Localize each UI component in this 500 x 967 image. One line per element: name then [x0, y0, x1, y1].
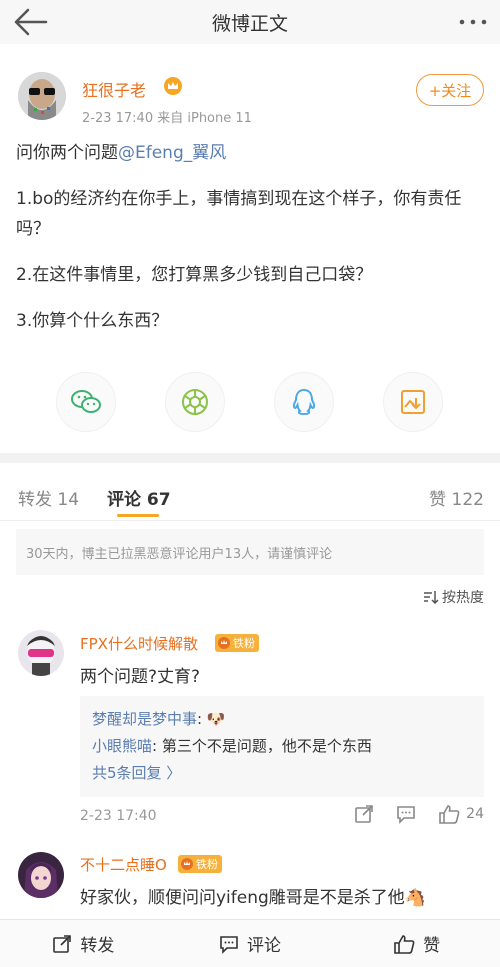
commenter-name[interactable]: 不十二点睡O — [80, 854, 167, 875]
comment-icon — [220, 935, 238, 954]
thumbs-up-icon — [394, 934, 415, 954]
repost-icon — [355, 805, 373, 823]
badge-label: 铁粉 — [196, 858, 218, 871]
like-count: 24 — [466, 806, 484, 822]
comment-text: 好家伙，顺便问问yifeng雕哥是不是杀了他🐴 — [80, 888, 426, 908]
author-name[interactable]: 狂很子老 — [82, 77, 146, 101]
post-line: 3.你算个什么东西？ — [16, 311, 169, 331]
comment-like-button[interactable]: 24 — [438, 804, 484, 824]
comment-time: 2-23 17:40 — [80, 808, 157, 824]
comment-icon — [397, 806, 415, 824]
tab-likes[interactable]: 赞 122 — [429, 485, 484, 510]
vip-crown-icon — [163, 76, 183, 96]
sort-by-hot-button[interactable]: 按热度 — [423, 587, 484, 607]
comment-button[interactable]: 评论 — [167, 920, 334, 967]
bearded-man-avatar-icon — [18, 72, 66, 120]
anime-girl-avatar-icon — [18, 852, 64, 898]
more-replies-link[interactable]: 共5条回复 〉 — [92, 760, 472, 787]
reply-text: : 🐶 — [197, 710, 226, 728]
save-image-icon — [401, 390, 425, 414]
share-wechat-button[interactable] — [56, 372, 116, 432]
moments-icon — [182, 389, 208, 415]
block-notice: 30天内，博主已拉黑恶意评论用户13人，请谨慎评论 — [16, 529, 484, 575]
commenter-avatar[interactable] — [18, 852, 64, 898]
more-options-button[interactable] — [458, 14, 488, 28]
badge-label: 铁粉 — [233, 637, 255, 650]
fan-badge-icon — [181, 858, 193, 870]
comment-repost-button[interactable] — [354, 804, 374, 824]
comment-reply-button[interactable] — [396, 804, 416, 824]
active-tab-indicator — [117, 514, 159, 517]
bottom-action-bar: 转发 评论 赞 — [0, 919, 500, 967]
reply-text: : 第三个不是问题，他不是个东西 — [152, 737, 372, 755]
share-qq-button[interactable] — [274, 372, 334, 432]
reply-item: 小眼熊喵: 第三个不是问题，他不是个东西 — [92, 733, 472, 760]
comment-label: 评论 — [247, 936, 281, 956]
thumbs-up-icon — [439, 805, 460, 824]
sort-label: 按热度 — [442, 590, 484, 606]
more-dots-icon — [459, 19, 487, 25]
page-title: 微博正文 — [211, 13, 288, 35]
masked-character-avatar-icon — [18, 630, 64, 676]
post-line: 1.bo的经济约在你手上，事情搞到现在这个样子，你有责任吗？ — [16, 189, 462, 239]
mention-link[interactable]: @Efeng_翼风 — [118, 143, 226, 163]
iron-fan-badge: 铁粉 — [215, 634, 259, 652]
post-line: 问你两个问题 — [16, 143, 118, 163]
reply-author[interactable]: 梦醒却是梦中事 — [92, 710, 197, 728]
wechat-icon — [71, 390, 101, 413]
post-content: 问你两个问题@Efeng_翼风 1.bo的经济约在你手上，事情搞到现在这个样子，… — [16, 138, 486, 336]
repost-icon — [53, 934, 72, 953]
reply-author[interactable]: 小眼熊喵 — [92, 737, 152, 755]
qq-icon — [292, 388, 316, 416]
share-moments-button[interactable] — [165, 372, 225, 432]
post-tabs: 转发 14 评论 67 赞 122 — [0, 463, 500, 521]
sort-icon — [424, 591, 439, 604]
commenter-name[interactable]: FPX什么时候解散 — [80, 633, 198, 654]
like-button[interactable]: 赞 — [333, 920, 500, 967]
tab-repost[interactable]: 转发 14 — [18, 485, 79, 510]
share-row — [0, 372, 500, 432]
save-image-button[interactable] — [383, 372, 443, 432]
fan-badge-icon — [218, 637, 230, 649]
post-line: 2.在这件事情里，您打算黑多少钱到自己口袋？ — [16, 265, 373, 285]
tab-comments[interactable]: 评论 67 — [107, 485, 171, 510]
post-meta: 2-23 17:40 来自 iPhone 11 — [82, 111, 252, 126]
author-avatar[interactable] — [18, 72, 66, 120]
iron-fan-badge: 铁粉 — [178, 855, 222, 873]
repost-button[interactable]: 转发 — [0, 920, 167, 967]
commenter-avatar[interactable] — [18, 630, 64, 676]
section-divider — [0, 453, 500, 463]
comment-text: 两个问题?丈育? — [80, 667, 201, 687]
replies-box[interactable]: 梦醒却是梦中事: 🐶 小眼熊喵: 第三个不是问题，他不是个东西 共5条回复 〉 — [80, 696, 484, 797]
comment-actions: 24 — [332, 804, 484, 824]
top-nav-bar: 微博正文 — [0, 0, 500, 44]
like-label: 赞 — [423, 936, 441, 956]
repost-label: 转发 — [80, 936, 115, 956]
follow-button[interactable]: +关注 — [416, 74, 484, 106]
reply-item: 梦醒却是梦中事: 🐶 — [92, 706, 472, 733]
